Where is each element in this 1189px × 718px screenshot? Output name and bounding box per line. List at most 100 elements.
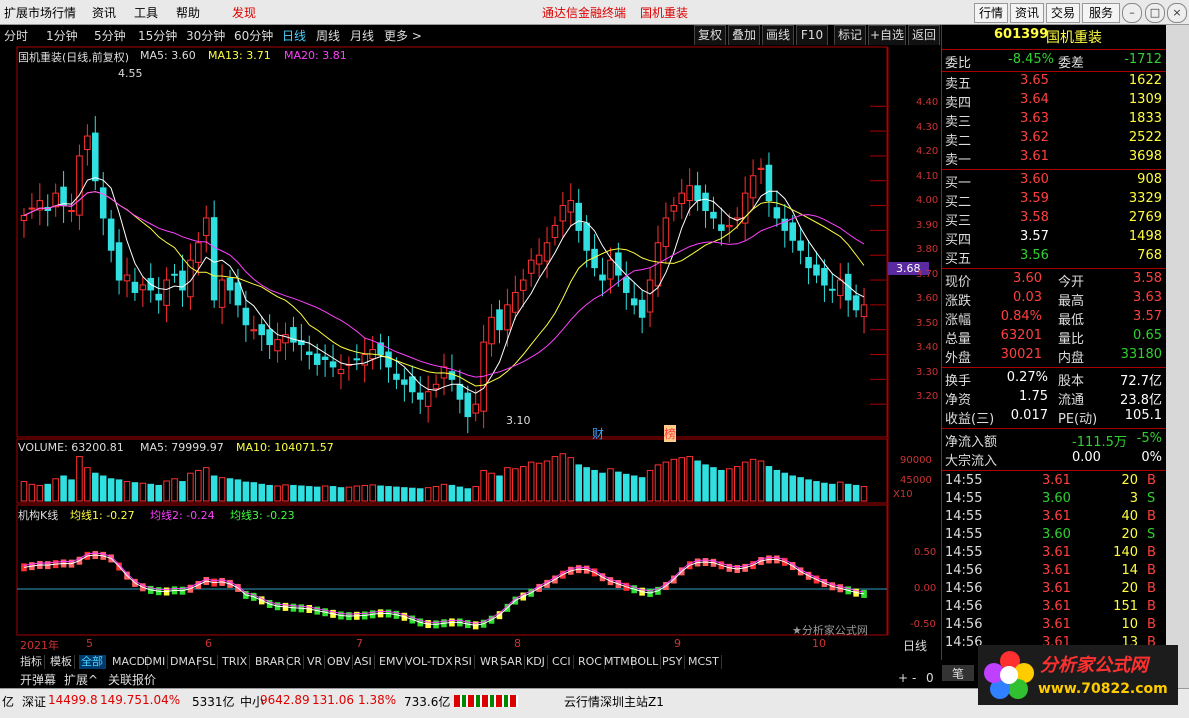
chart-area[interactable]: 国机重装(日线,前复权) MA5: 3.60 MA13: 3.71 MA20: … <box>0 45 940 655</box>
candle <box>409 376 416 393</box>
sell-row[interactable]: 卖二 3.62 2522 <box>942 130 1166 149</box>
buy-row[interactable]: 买三 3.58 2769 <box>942 210 1166 229</box>
buy-row[interactable]: 买四 3.57 1498 <box>942 229 1166 248</box>
buy-price: 3.56 <box>1020 248 1049 263</box>
buy-row[interactable]: 买一 3.60 908 <box>942 172 1166 191</box>
period-tab-monthly[interactable]: 月线 <box>350 27 374 44</box>
sell-row[interactable]: 卖五 3.65 1622 <box>942 73 1166 92</box>
indicator-tab[interactable]: VR <box>305 655 326 669</box>
restore-icon[interactable]: □ <box>1145 3 1165 23</box>
volume-bar <box>282 484 289 502</box>
indicator-tab[interactable]: CCI <box>550 655 574 669</box>
menu-item-news[interactable]: 资讯 <box>92 4 116 21</box>
zoom-in-icon[interactable]: + <box>898 671 908 685</box>
tick-row: 14:55 3.61 140 B <box>942 545 1166 563</box>
divider <box>942 428 1166 429</box>
volume-bar <box>789 475 796 502</box>
indicator-tab[interactable]: RSI <box>452 655 475 669</box>
minimize-icon[interactable]: – <box>1122 3 1142 23</box>
finance-marker[interactable]: 财 <box>592 425 604 442</box>
menu-item-tools[interactable]: 工具 <box>134 4 158 21</box>
period-tab-timeshare[interactable]: 分时 <box>4 27 28 44</box>
reset-icon[interactable]: 0 <box>926 671 934 685</box>
add-watchlist-button[interactable]: +自选 <box>868 25 906 46</box>
logo-title: 分析家公式网 <box>1040 655 1148 676</box>
volume-bar <box>527 461 535 502</box>
ma13-label: MA13: 3.71 <box>208 49 271 62</box>
indicator-tab[interactable]: EMV <box>377 655 406 669</box>
f10-button[interactable]: F10 <box>796 25 828 46</box>
stat-label: 收益(三) <box>945 412 995 427</box>
indicator-tab[interactable]: 模板 <box>48 655 75 669</box>
indicator-tab[interactable]: VOL-TDX <box>403 655 456 669</box>
period-tab-daily[interactable]: 日线 <box>282 27 306 44</box>
close-icon[interactable]: × <box>1167 3 1187 23</box>
ticks-tab[interactable]: 笔 <box>942 665 974 681</box>
sell-row[interactable]: 卖三 3.63 1833 <box>942 111 1166 130</box>
indicator-tab[interactable]: 全部 <box>79 655 106 669</box>
sell-row[interactable]: 卖四 3.64 1309 <box>942 92 1166 111</box>
extend-button[interactable]: 扩展^ <box>64 671 98 688</box>
tick-time: 14:55 <box>945 527 983 542</box>
back-button[interactable]: 返回 <box>908 25 940 46</box>
sell-volume: 1622 <box>1128 73 1162 88</box>
mark-button[interactable]: 标记 <box>834 25 866 46</box>
side-toolbar[interactable] <box>1166 25 1189 688</box>
buy-label: 买二 <box>945 195 972 210</box>
menu-item-help[interactable]: 帮助 <box>176 4 200 21</box>
candle <box>535 254 543 265</box>
candle <box>456 383 464 400</box>
danmaku-button[interactable]: 开弹幕 <box>20 671 56 688</box>
indicator-tab[interactable]: SAR <box>498 655 526 669</box>
flower-logo-icon <box>984 651 1034 699</box>
indicator-tab[interactable]: TRIX <box>220 655 251 669</box>
quote-button[interactable]: 行情 <box>974 3 1008 23</box>
indicator-tab[interactable]: BRAR <box>253 655 288 669</box>
sell-row[interactable]: 卖一 3.61 3698 <box>942 149 1166 168</box>
period-tab-60min[interactable]: 60分钟 <box>234 27 273 44</box>
candle <box>559 205 567 222</box>
news-button[interactable]: 资讯 <box>1010 3 1044 23</box>
candle <box>702 192 709 212</box>
menu-item-extended-market[interactable]: 扩展市场行情 <box>4 4 76 21</box>
indicator-tab[interactable]: ASI <box>352 655 375 669</box>
billboard-marker[interactable]: 榜 <box>664 425 677 442</box>
indicator-tab[interactable]: BOLL <box>628 655 662 669</box>
indicator-tab[interactable]: ROC <box>576 655 605 669</box>
indicator-tab[interactable]: KDJ <box>524 655 548 669</box>
period-tab-5min[interactable]: 5分钟 <box>94 27 126 44</box>
period-tab-30min[interactable]: 30分钟 <box>186 27 225 44</box>
indicator-tab[interactable]: CR <box>284 655 305 669</box>
period-tab-15min[interactable]: 15分钟 <box>138 27 177 44</box>
candle <box>353 358 361 361</box>
menu-item-discover[interactable]: 发现 <box>232 4 256 21</box>
date-label: 6 <box>205 637 212 650</box>
buy-row[interactable]: 买二 3.59 3329 <box>942 191 1166 210</box>
tick-time: 14:56 <box>945 635 983 650</box>
zoom-out-icon[interactable]: - <box>912 671 916 685</box>
buy-row[interactable]: 买五 3.56 768 <box>942 248 1166 267</box>
candle <box>797 240 804 251</box>
period-tab-1min[interactable]: 1分钟 <box>46 27 78 44</box>
volume-bar <box>321 485 329 502</box>
volume-bar <box>298 485 305 502</box>
adjust-button[interactable]: 复权 <box>694 25 726 46</box>
period-tab-weekly[interactable]: 周线 <box>316 27 340 44</box>
indicator-tab[interactable]: FSL <box>194 655 219 669</box>
service-button[interactable]: 服务 <box>1082 3 1120 23</box>
overlay-button[interactable]: 叠加 <box>728 25 760 46</box>
trade-button[interactable]: 交易 <box>1046 3 1080 23</box>
indicator-tab[interactable]: 指标 <box>18 655 45 669</box>
stat-label: 最高 <box>1058 294 1085 309</box>
indicator-tab[interactable]: OBV <box>325 655 354 669</box>
sell-price: 3.61 <box>1020 149 1049 164</box>
indicator-tab[interactable]: DMI <box>142 655 169 669</box>
related-quote-button[interactable]: 关联报价 <box>108 671 156 688</box>
bottom-toolbar: 开弹幕 扩展^ 关联报价 + - 0 <box>0 670 940 688</box>
indicator-tab[interactable]: PSY <box>660 655 686 669</box>
kline-chart[interactable] <box>0 45 940 655</box>
indicator-tab[interactable]: MCST <box>686 655 722 669</box>
period-tab-more[interactable]: 更多 > <box>384 27 422 44</box>
volume-bar <box>416 488 424 502</box>
draw-line-button[interactable]: 画线 <box>762 25 794 46</box>
